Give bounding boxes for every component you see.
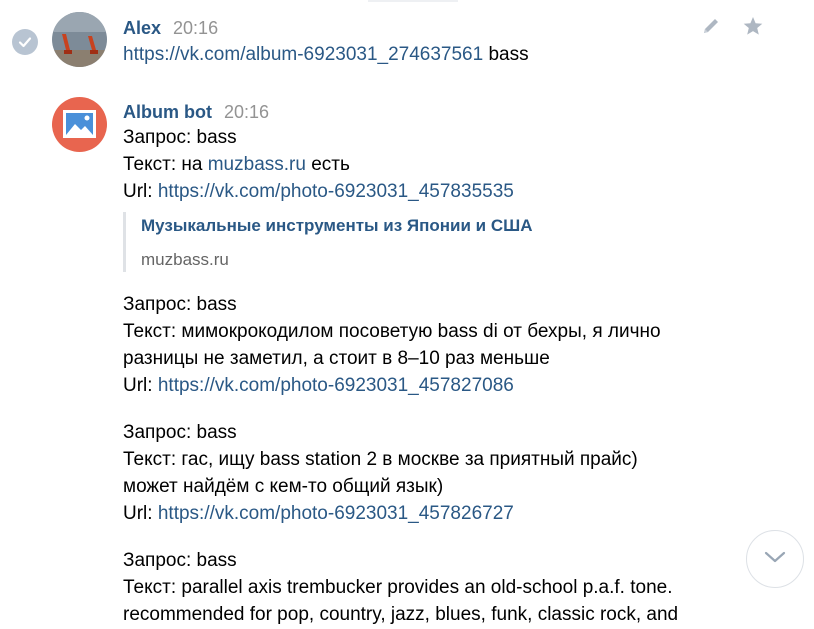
- message-header: Alex 20:16: [123, 17, 218, 39]
- message-actions: [700, 15, 764, 42]
- author-name[interactable]: Alex: [123, 18, 161, 38]
- message-header: Album bot 20:16: [123, 101, 269, 123]
- star-icon[interactable]: [742, 15, 764, 42]
- link-preview-title[interactable]: Музыкальные инструменты из Японии и США: [141, 212, 533, 240]
- avatar[interactable]: [52, 12, 107, 67]
- message-text: https://vk.com/album-6923031_274637561 b…: [123, 42, 529, 69]
- entry-url: Url: https://vk.com/photo-6923031_457827…: [123, 373, 514, 400]
- pencil-icon[interactable]: [700, 15, 722, 42]
- image-icon: [63, 110, 96, 138]
- entry-url: Url: https://vk.com/photo-6923031_457835…: [123, 179, 514, 206]
- author-name[interactable]: Album bot: [123, 102, 212, 122]
- entry-url-label: Url:: [123, 375, 153, 396]
- message-text-after: bass: [488, 44, 529, 65]
- entry-url-link[interactable]: https://vk.com/photo-6923031_457827086: [158, 375, 514, 396]
- message-alex[interactable]: Alex 20:16 https://vk.com/album-6923031_2…: [0, 0, 814, 80]
- entry-text-line: Текст: мимокрокодилом посоветую bass di …: [123, 321, 661, 342]
- entry-text-line: recommended for pop, country, jazz, blue…: [123, 604, 679, 625]
- entry-text-line: Текст: parallel axis trembucker provides…: [123, 577, 673, 598]
- link-preview-domain: muzbass.ru: [141, 250, 229, 269]
- message-time: 20:16: [173, 18, 219, 38]
- entry-query: Запрос: bass: [123, 294, 237, 315]
- message-link[interactable]: https://vk.com/album-6923031_274637561: [123, 44, 483, 65]
- chevron-down-icon: [763, 550, 787, 569]
- entry-url-label: Url:: [123, 181, 153, 202]
- entry-text-prefix: Текст: на: [123, 154, 203, 175]
- entry-query: Запрос: bass: [123, 127, 237, 148]
- entry-url-link[interactable]: https://vk.com/photo-6923031_457835535: [158, 181, 514, 202]
- link-preview[interactable]: Музыкальные инструменты из Японии и США …: [123, 212, 533, 272]
- entry-text-link[interactable]: muzbass.ru: [208, 154, 306, 175]
- entry-text-line: разницы не заметил, а стоит в 8–10 раз м…: [123, 348, 550, 369]
- entry-query: Запрос: bass: [123, 550, 237, 571]
- entry-url: Url: https://vk.com/photo-6923031_457826…: [123, 501, 514, 528]
- message-time: 20:16: [223, 102, 270, 122]
- entry-query: Запрос: bass: [123, 422, 237, 443]
- entry-text-line: Текст: гас, ищу bass station 2 в москве …: [123, 449, 638, 470]
- scroll-down-button[interactable]: [746, 530, 804, 588]
- entry-text: Текст: на muzbass.ru есть: [123, 152, 350, 179]
- entry-text-line: может найдём с кем-то общий язык): [123, 476, 444, 497]
- entry-text-suffix: есть: [311, 154, 350, 175]
- check-circle-icon[interactable]: [12, 29, 38, 55]
- entry-url-label: Url:: [123, 503, 153, 524]
- avatar[interactable]: [52, 97, 107, 152]
- entry-url-link[interactable]: https://vk.com/photo-6923031_457826727: [158, 503, 514, 524]
